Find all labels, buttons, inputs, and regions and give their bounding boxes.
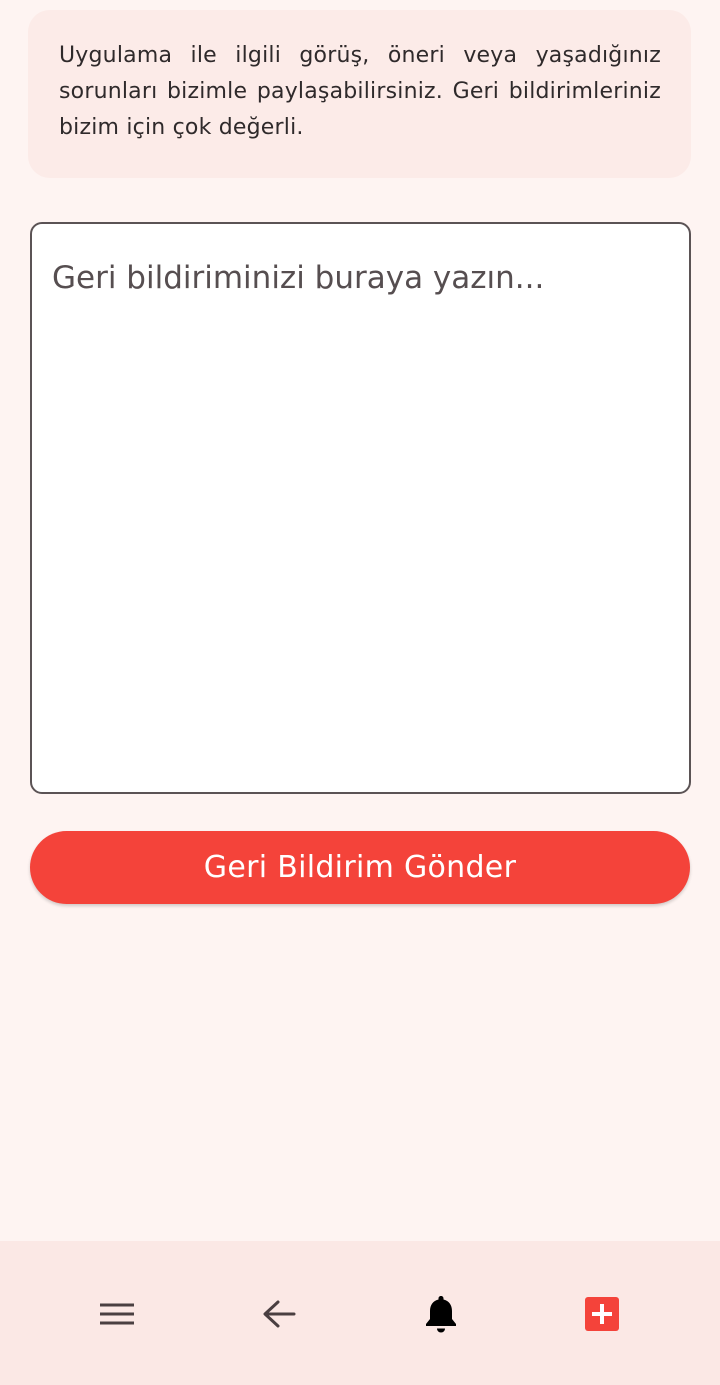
- submit-feedback-button[interactable]: Geri Bildirim Gönder: [30, 831, 690, 904]
- back-button[interactable]: [256, 1291, 302, 1337]
- menu-button[interactable]: [94, 1291, 140, 1337]
- bottom-navigation: [0, 1241, 720, 1385]
- feedback-input[interactable]: [32, 224, 689, 792]
- menu-icon: [99, 1302, 135, 1326]
- info-text: Uygulama ile ilgili görüş, öneri veya ya…: [59, 43, 661, 140]
- notifications-button[interactable]: [418, 1291, 464, 1337]
- bell-icon: [425, 1294, 457, 1334]
- arrow-left-icon: [262, 1299, 296, 1329]
- plus-square-icon: [584, 1296, 620, 1332]
- feedback-box: [30, 222, 691, 794]
- info-card: Uygulama ile ilgili görüş, öneri veya ya…: [28, 10, 691, 178]
- add-button[interactable]: [579, 1291, 625, 1337]
